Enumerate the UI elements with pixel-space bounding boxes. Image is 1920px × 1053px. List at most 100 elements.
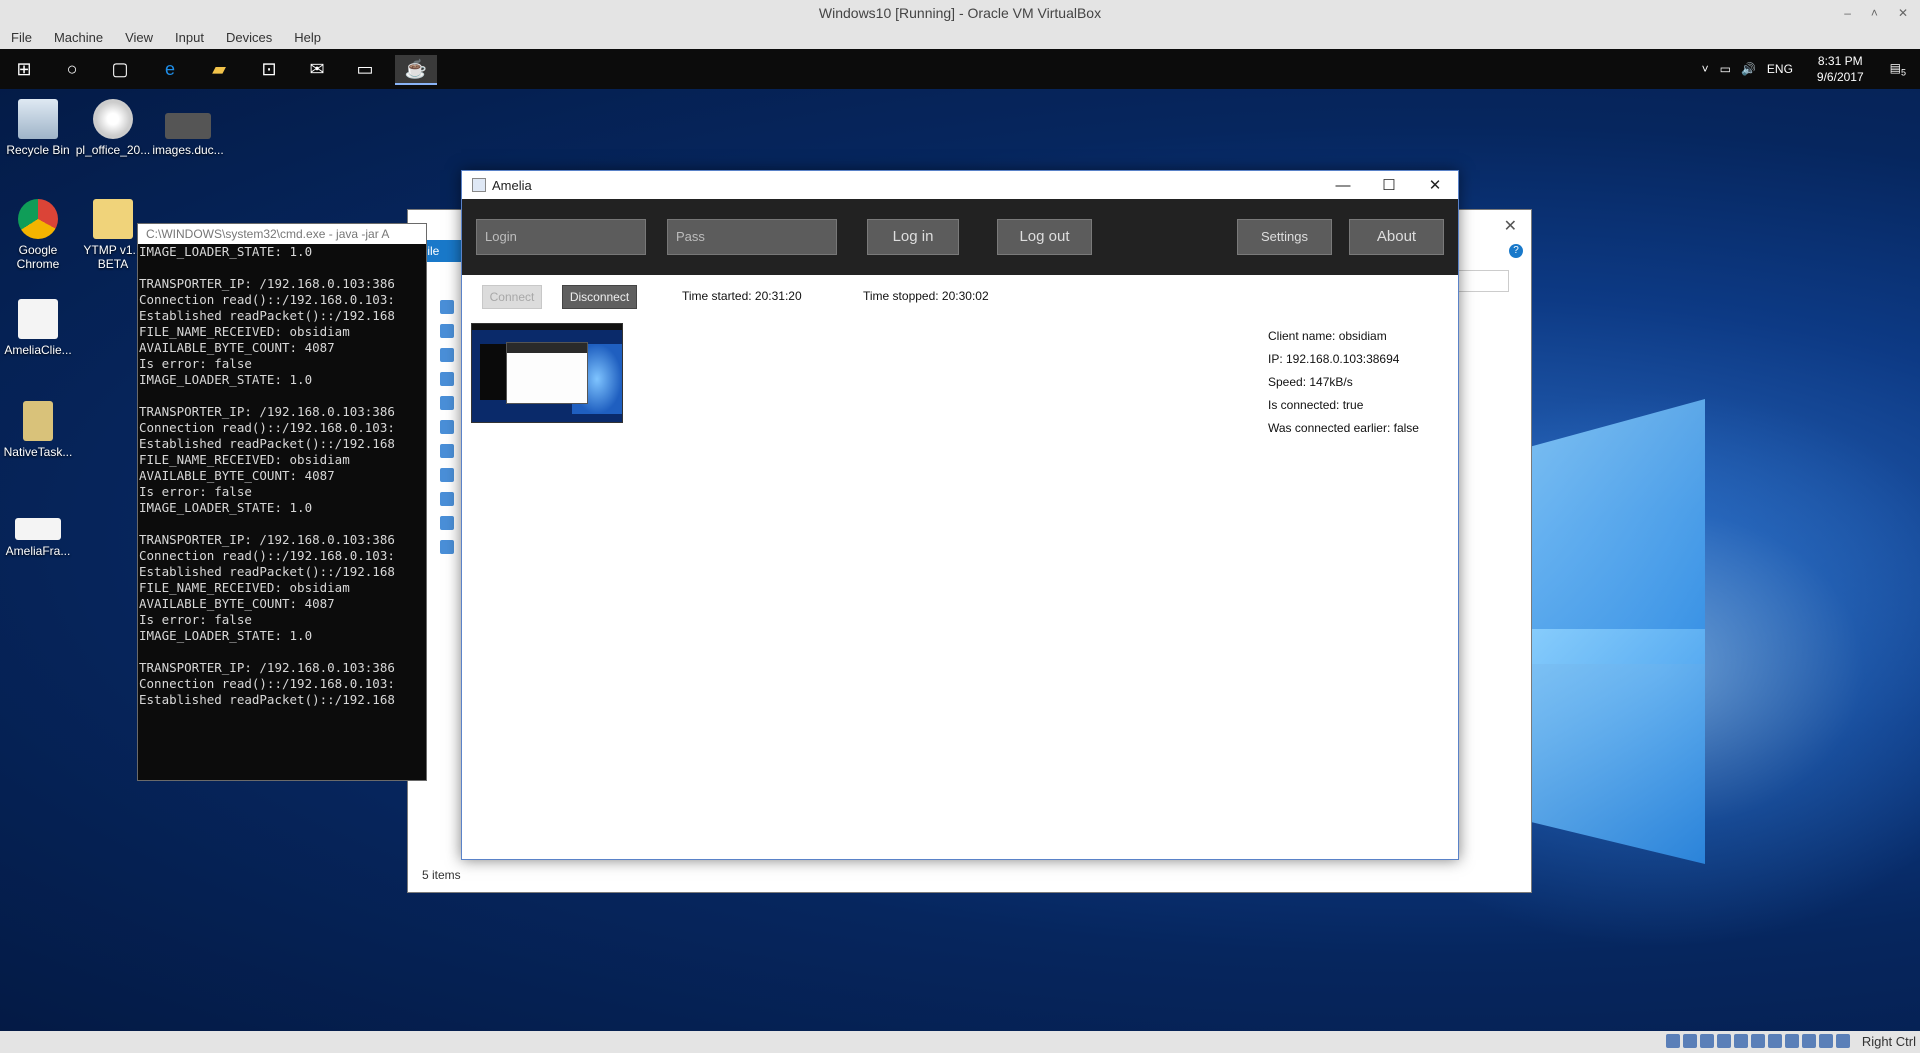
- desktop-icon-native-task[interactable]: NativeTask...: [0, 401, 76, 459]
- desktop-icon-label: Google Chrome: [16, 243, 60, 271]
- cpu-icon[interactable]: [1802, 1034, 1816, 1048]
- preview-taskbar: [472, 324, 622, 330]
- quick-access-icon[interactable]: [440, 300, 454, 314]
- task-view-icon[interactable]: ▢: [106, 55, 134, 83]
- amelia-toolbar: Login Pass Log in Log out Settings About: [462, 199, 1458, 275]
- this-pc-icon[interactable]: [440, 516, 454, 530]
- login-button[interactable]: Log in: [867, 219, 959, 255]
- image-icon: [15, 518, 61, 540]
- guest-desktop[interactable]: ⊞ ○ ▢ e ▰ ⊡ ✉ ▭ ☕ ˅ ▭ 🔊 ENG 8:31 PM 9/6/…: [0, 49, 1920, 1031]
- menu-machine[interactable]: Machine: [43, 27, 114, 49]
- maximize-icon[interactable]: ☐: [1366, 176, 1412, 194]
- archive-icon: [23, 401, 53, 441]
- desktop-icon-label: pl_office_20...: [75, 143, 151, 157]
- restore-icon[interactable]: ˄: [1871, 0, 1878, 27]
- menu-input[interactable]: Input: [164, 27, 215, 49]
- cmd-icon[interactable]: ▭: [351, 55, 379, 83]
- search-icon[interactable]: ○: [58, 55, 86, 83]
- notification-icon[interactable]: ▤5: [1882, 61, 1920, 77]
- desktop-icon-amelia-frame[interactable]: AmeliaFra...: [0, 504, 76, 558]
- desktop-icon-label: Recycle Bin: [6, 143, 70, 157]
- cd-icon: [93, 99, 133, 139]
- menu-devices[interactable]: Devices: [215, 27, 283, 49]
- start-icon[interactable]: ⊞: [10, 55, 38, 83]
- chevron-up-icon[interactable]: ˅: [1696, 62, 1715, 76]
- cmd-line: [139, 388, 426, 404]
- audio-icon[interactable]: [1700, 1034, 1714, 1048]
- shared-folders-icon[interactable]: [1751, 1034, 1765, 1048]
- cmd-line: Established readPacket()::/192.168: [139, 308, 395, 323]
- remote-screen-preview[interactable]: [471, 323, 623, 423]
- connect-button[interactable]: Connect: [482, 285, 542, 309]
- usb-icon[interactable]: [1734, 1034, 1748, 1048]
- preview-window: [506, 342, 588, 404]
- folder-icon[interactable]: ▰: [205, 55, 233, 83]
- clock-time: 8:31 PM: [1817, 54, 1863, 68]
- language-indicator[interactable]: ENG: [1761, 62, 1799, 76]
- java-icon[interactable]: ☕: [395, 55, 437, 85]
- store-icon[interactable]: ⊡: [255, 55, 283, 83]
- image-icon: [165, 113, 211, 139]
- desktop-icon[interactable]: [440, 324, 454, 338]
- cmd-line: FILE_NAME_RECEIVED: obsidiam: [139, 452, 350, 467]
- desktop-icon-amelia-client[interactable]: AmeliaClie...: [0, 299, 76, 357]
- keyboard-icon[interactable]: [1836, 1034, 1850, 1048]
- edge-icon[interactable]: e: [156, 55, 184, 83]
- recording-icon[interactable]: [1785, 1034, 1799, 1048]
- network-icon[interactable]: ▭: [1715, 62, 1736, 76]
- settings-button[interactable]: Settings: [1237, 219, 1332, 255]
- onedrive-icon[interactable]: [440, 492, 454, 506]
- pictures-icon[interactable]: [440, 396, 454, 410]
- desktop-icon-recycle-bin[interactable]: Recycle Bin: [0, 99, 76, 157]
- desktop-icon-office[interactable]: pl_office_20...: [75, 99, 151, 157]
- cmd-line: IMAGE_LOADER_STATE: 1.0: [139, 500, 313, 515]
- logout-button[interactable]: Log out: [997, 219, 1092, 255]
- menu-file[interactable]: File: [0, 27, 43, 49]
- cmd-line: [139, 260, 426, 276]
- cmd-line: AVAILABLE_BYTE_COUNT: 4087: [139, 596, 335, 611]
- cmd-output: IMAGE_LOADER_STATE: 1.0 TRANSPORTER_IP: …: [138, 244, 426, 708]
- close-icon[interactable]: ✕: [1898, 0, 1908, 27]
- about-button[interactable]: About: [1349, 219, 1444, 255]
- login-input[interactable]: Login: [476, 219, 646, 255]
- notification-count: 5: [1900, 67, 1906, 78]
- minimize-icon[interactable]: –: [1844, 0, 1851, 27]
- clock[interactable]: 8:31 PM 9/6/2017: [1799, 53, 1882, 85]
- optical-drive-icon[interactable]: [1683, 1034, 1697, 1048]
- hdd-icon[interactable]: [1666, 1034, 1680, 1048]
- help-icon[interactable]: ?: [1509, 244, 1523, 258]
- downloads-icon[interactable]: [440, 348, 454, 362]
- cmd-line: TRANSPORTER_IP: /192.168.0.103:386: [139, 532, 395, 547]
- menu-view[interactable]: View: [114, 27, 164, 49]
- mouse-integration-icon[interactable]: [1819, 1034, 1833, 1048]
- volume-icon[interactable]: 🔊: [1736, 62, 1761, 76]
- desktop-icon-label: AmeliaFra...: [5, 544, 71, 558]
- desktop-icon-chrome[interactable]: Google Chrome: [0, 199, 76, 271]
- documents-icon[interactable]: [440, 372, 454, 386]
- menu-help[interactable]: Help: [283, 27, 332, 49]
- minimize-icon[interactable]: —: [1320, 177, 1366, 194]
- vbox-menubar: File Machine View Input Devices Help: [0, 27, 1920, 49]
- folder-icon[interactable]: [440, 420, 454, 434]
- network-icon[interactable]: [440, 540, 454, 554]
- app-icon: [472, 178, 486, 192]
- display-icon[interactable]: [1768, 1034, 1782, 1048]
- cmd-line: Connection read()::/192.168.0.103:: [139, 292, 395, 307]
- close-icon[interactable]: ✕: [1504, 216, 1517, 236]
- amelia-window[interactable]: Amelia — ☐ ✕ Login Pass Log in Log out S…: [461, 170, 1459, 860]
- network-icon[interactable]: [1717, 1034, 1731, 1048]
- vbox-status-bar: Right Ctrl: [0, 1031, 1920, 1053]
- cmd-line: TRANSPORTER_IP: /192.168.0.103:386: [139, 276, 395, 291]
- host-key-label: Right Ctrl: [1861, 1034, 1916, 1049]
- system-tray: ˅ ▭ 🔊 ENG 8:31 PM 9/6/2017 ▤5: [1696, 49, 1920, 89]
- pass-input[interactable]: Pass: [667, 219, 837, 255]
- java-icon: [18, 299, 58, 339]
- drive-icon[interactable]: [440, 468, 454, 482]
- mail-icon[interactable]: ✉: [303, 55, 331, 83]
- cmd-window[interactable]: C:\WINDOWS\system32\cmd.exe - java -jar …: [137, 223, 427, 781]
- close-icon[interactable]: ✕: [1412, 176, 1458, 194]
- folder-zip-icon: [93, 199, 133, 239]
- disconnect-button[interactable]: Disconnect: [562, 285, 637, 309]
- desktop-icon-images[interactable]: images.duc...: [150, 99, 226, 157]
- folder-icon[interactable]: [440, 444, 454, 458]
